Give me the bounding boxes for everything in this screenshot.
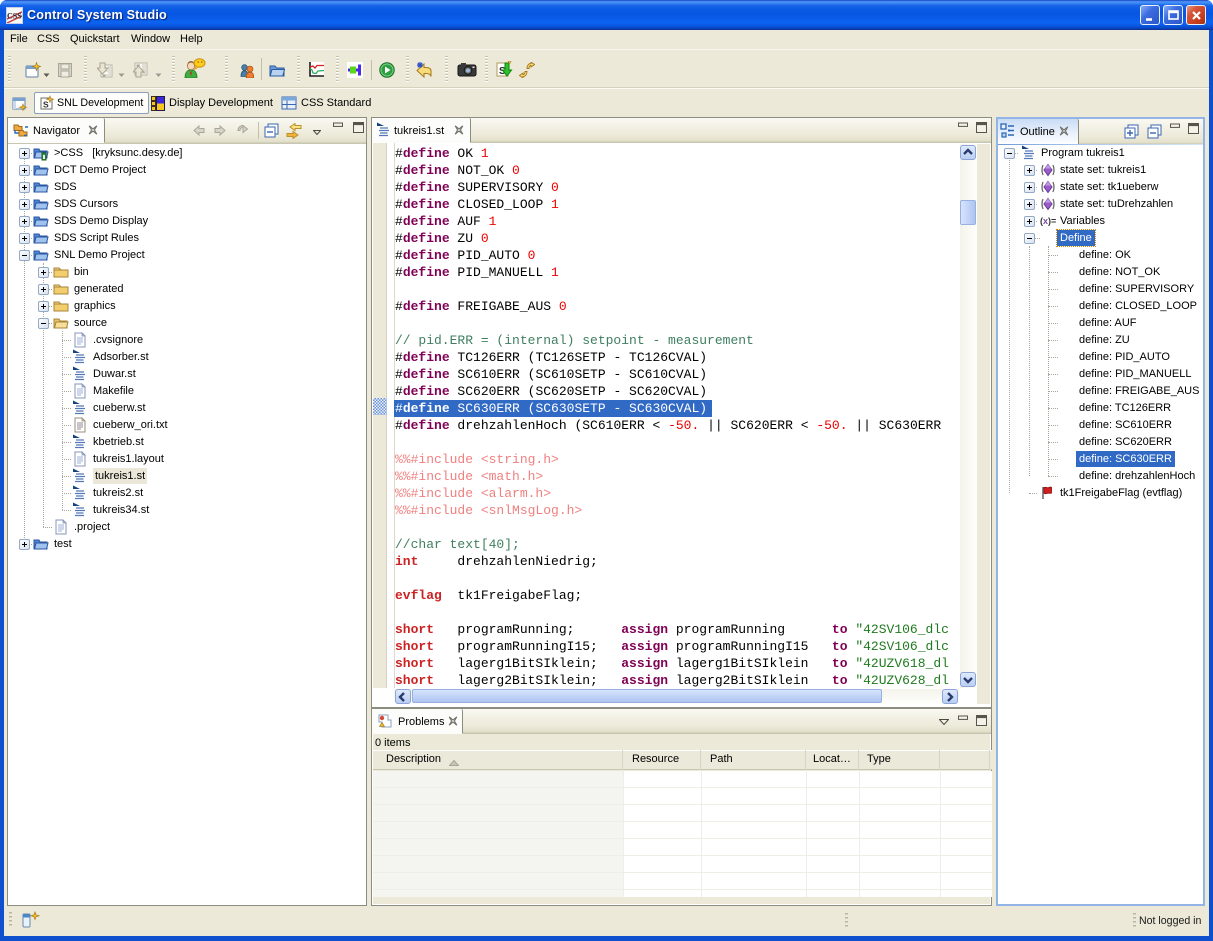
svg-text:(x)=: (x)= — [1040, 216, 1056, 226]
svg-text:S: S — [43, 100, 49, 110]
svg-text:CSS: CSS — [7, 12, 22, 21]
